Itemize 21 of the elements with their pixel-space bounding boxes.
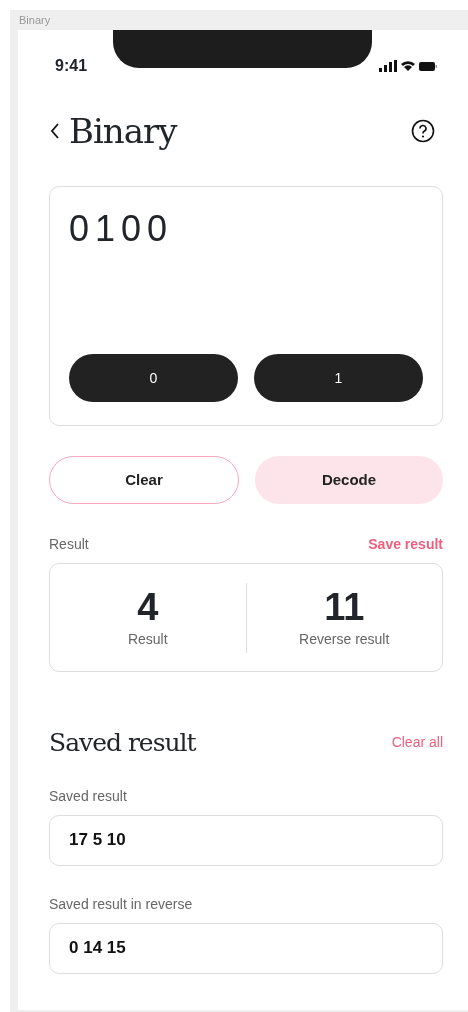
result-caption: Reverse result: [298, 630, 391, 649]
key-button[interactable]: 0: [69, 354, 238, 402]
section-title: Saved result: [49, 727, 196, 759]
field-label: Saved result: [49, 786, 128, 806]
binary-display: 0100: [69, 207, 175, 251]
key-button[interactable]: 1: [254, 354, 423, 402]
help-icon[interactable]: [411, 119, 435, 143]
back-icon[interactable]: [49, 122, 61, 140]
decode-button[interactable]: Decode: [255, 456, 443, 504]
frame-label: Binary: [18, 13, 52, 28]
section-label: Result: [49, 535, 89, 554]
saved-result-field[interactable]: 0 14 15: [49, 922, 443, 974]
field-label: Saved result in reverse: [49, 894, 194, 914]
result-value: 4: [136, 585, 160, 629]
result-caption: Result: [126, 630, 169, 649]
status-icons: [379, 59, 437, 73]
status-time: 9:41: [55, 56, 88, 76]
page-title: Binary: [69, 109, 177, 153]
saved-result-field[interactable]: 17 5 10: [49, 814, 443, 866]
clear-button[interactable]: Clear: [49, 456, 239, 504]
result-value: 11: [323, 585, 366, 629]
